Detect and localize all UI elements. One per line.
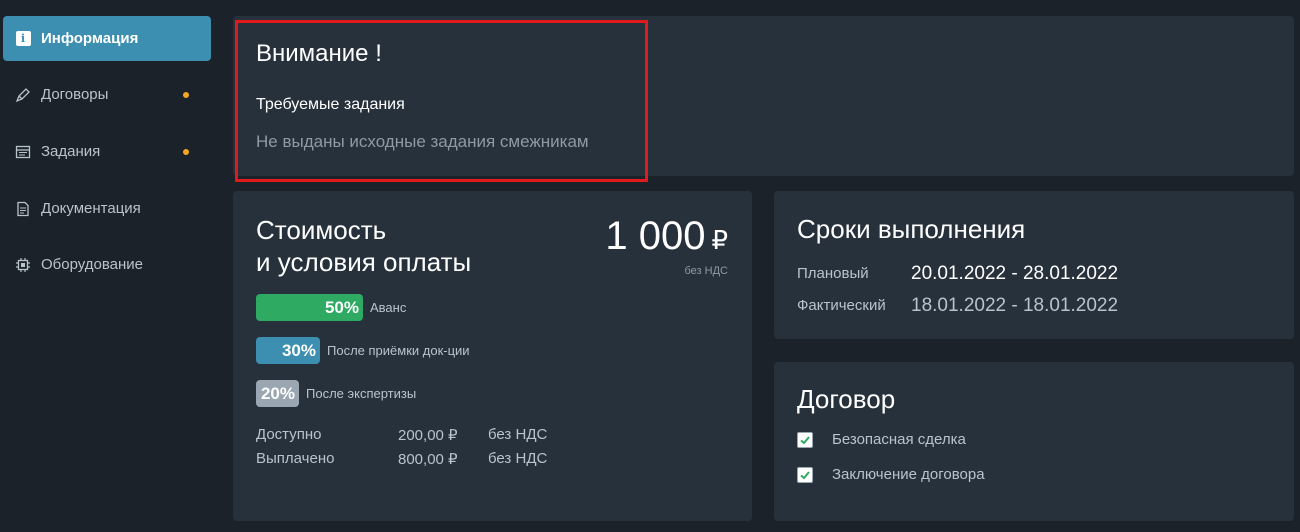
sidebar-item-tasks[interactable]: Задания <box>3 129 211 174</box>
contract-conclusion-label: Заключение договора <box>832 466 985 483</box>
payment-row-amount: 200,00 ₽ <box>398 427 458 444</box>
sidebar-item-documentation[interactable]: Документация <box>3 186 211 231</box>
planned-dates: 20.01.2022 - 28.01.2022 <box>911 263 1119 284</box>
safe-deal-checkbox[interactable] <box>797 432 813 448</box>
notification-dot <box>183 148 189 155</box>
currency-symbol: ₽ <box>711 225 728 255</box>
sidebar-item-label: Информация <box>41 30 139 47</box>
alert-subtitle: Требуемые задания <box>256 96 405 113</box>
cost-title: Стоимость и условия оплаты <box>256 214 516 278</box>
alert-message: Не выданы исходные задания смежникам <box>256 132 589 151</box>
payment-row-amount: 800,00 ₽ <box>398 451 458 468</box>
actual-dates: 18.01.2022 - 18.01.2022 <box>911 295 1119 316</box>
checkmark-icon <box>800 436 810 445</box>
sidebar-item-label: Документация <box>41 200 141 217</box>
contract-conclusion-checkbox[interactable] <box>797 467 813 483</box>
sidebar-item-information[interactable]: i Информация <box>3 16 211 61</box>
cost-title-line1: Стоимость <box>256 215 387 245</box>
cost-amount: 1 000 ₽ <box>605 214 728 259</box>
pen-icon <box>15 87 31 103</box>
payment-stage-percent: 20% <box>260 383 295 403</box>
payment-stage-bar-advance: 50% <box>256 294 363 321</box>
actual-label: Фактический <box>797 297 886 314</box>
payment-stage-percent: 30% <box>281 340 316 360</box>
sidebar-item-contracts[interactable]: Договоры <box>3 72 211 117</box>
cost-vat-note: без НДС <box>684 265 729 277</box>
notification-dot <box>183 91 189 98</box>
payment-stage-bar-acceptance: 30% <box>256 337 320 364</box>
info-icon: i <box>15 31 31 47</box>
payment-stage-label: Аванс <box>370 300 407 315</box>
sidebar-item-label: Задания <box>41 143 101 160</box>
payment-stage-percent: 50% <box>324 297 359 317</box>
cost-title-line2: и условия оплаты <box>256 247 472 277</box>
deadlines-title: Сроки выполнения <box>797 214 1026 244</box>
payment-row-label: Доступно <box>256 426 322 443</box>
payment-stage-label: После экспертизы <box>306 386 417 401</box>
checkmark-icon <box>800 471 810 480</box>
safe-deal-label: Безопасная сделка <box>832 431 966 448</box>
sidebar-item-label: Договоры <box>41 86 109 103</box>
chip-icon <box>15 257 31 273</box>
sidebar-item-label: Оборудование <box>41 256 144 273</box>
planned-label: Плановый <box>797 265 869 282</box>
document-icon <box>15 201 31 217</box>
payment-row-vat: без НДС <box>488 450 548 467</box>
payment-stage-label: После приёмки док-ции <box>327 343 470 358</box>
payment-stage-bar-expertise: 20% <box>256 380 299 407</box>
alert-title: Внимание ! <box>256 40 382 67</box>
cost-amount-value: 1 000 <box>605 214 706 258</box>
sidebar: i Информация Договоры Задания Документац… <box>0 0 220 532</box>
window-icon <box>15 144 31 160</box>
payment-row-label: Выплачено <box>256 450 335 467</box>
sidebar-item-equipment[interactable]: Оборудование <box>3 242 211 287</box>
contract-title: Договор <box>797 384 896 414</box>
payment-row-vat: без НДС <box>488 426 548 443</box>
